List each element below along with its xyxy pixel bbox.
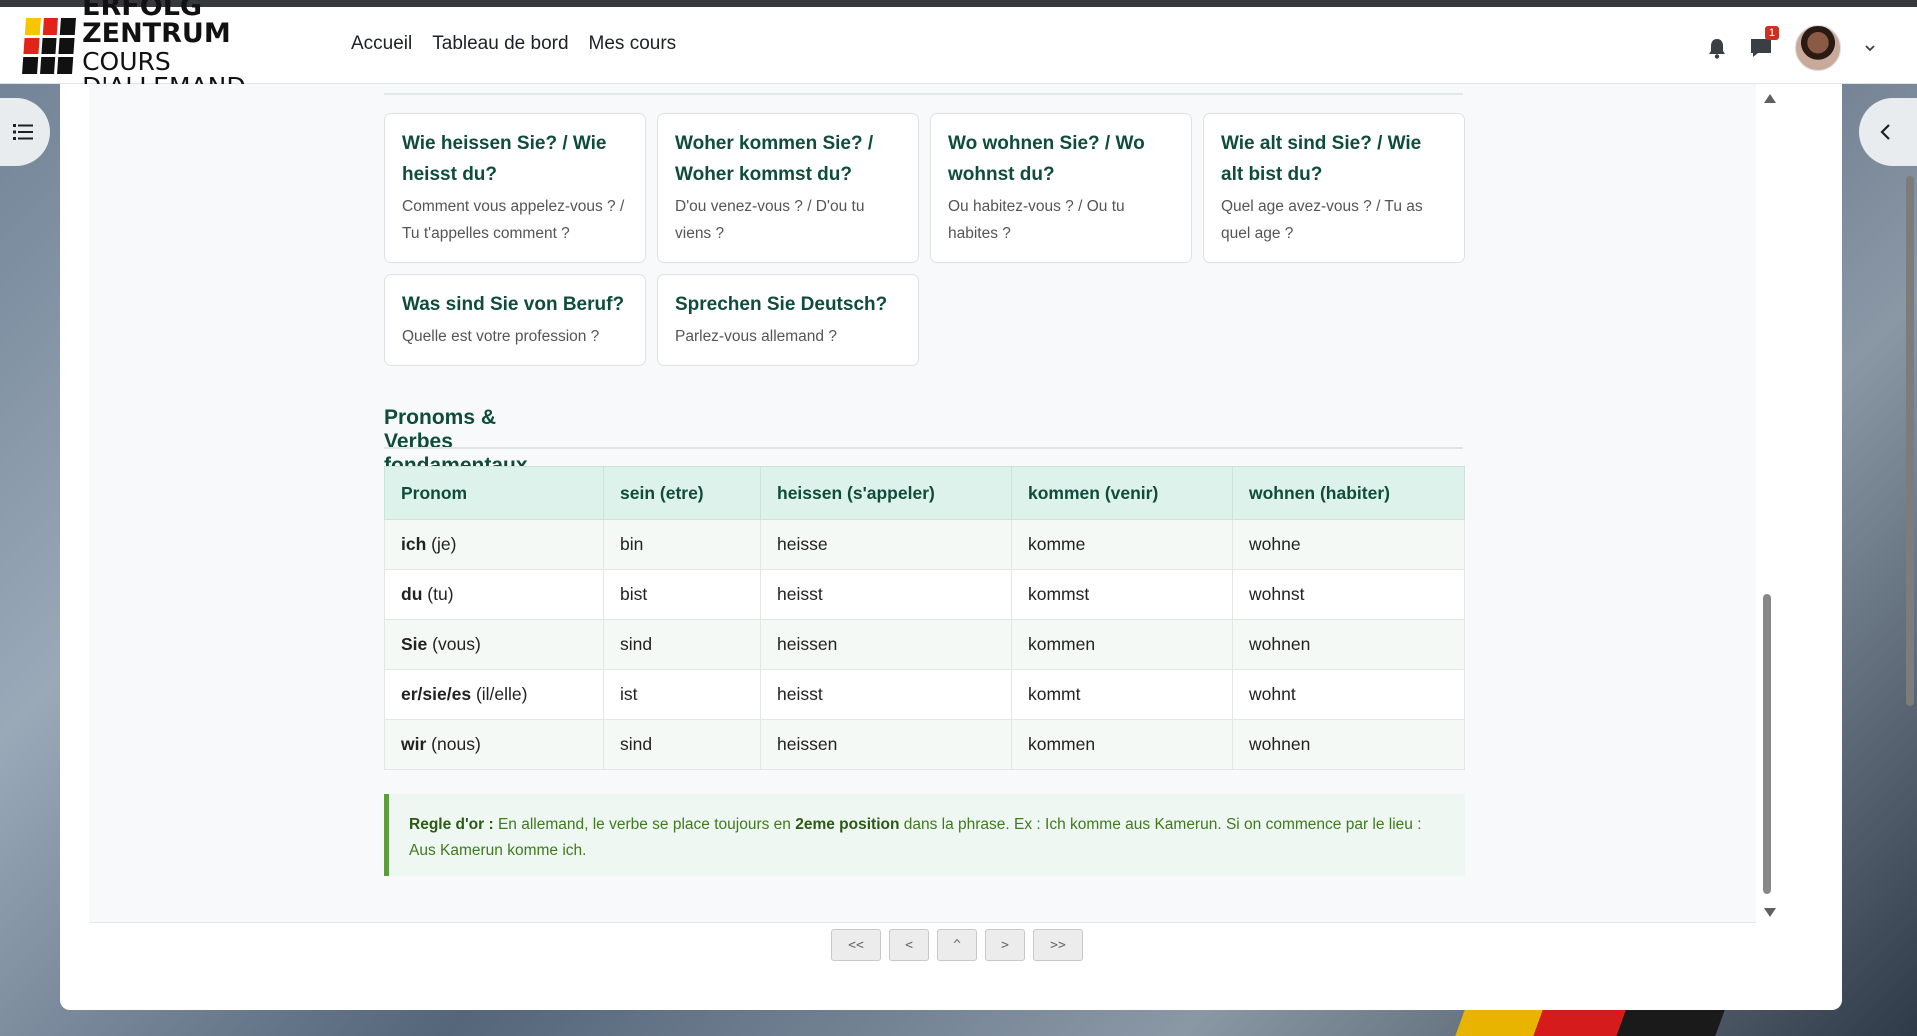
content-scrollbar-thumb[interactable] <box>1763 594 1771 894</box>
nav-link-tableau-de-bord[interactable]: Tableau de bord <box>432 33 568 55</box>
phrase-card: Wie alt sind Sie? / Wie alt bist du? Que… <box>1203 113 1465 263</box>
phrase-french: D'ou venez-vous ? / D'ou tu viens ? <box>675 198 865 242</box>
phrase-card: Wo wohnen Sie? / Wo wohnst du? Ou habite… <box>930 113 1192 263</box>
right-drawer-toggle[interactable] <box>1859 98 1917 166</box>
pronoun-cell: er/sie/es (il/elle) <box>384 669 604 720</box>
lesson-pager: << < ^ > >> <box>831 929 1083 961</box>
content-scroll-up-arrow[interactable] <box>1764 94 1776 103</box>
section-rule <box>384 447 1463 449</box>
previous-page-button[interactable]: < <box>889 929 929 961</box>
table-cell: kommt <box>1011 669 1233 720</box>
phrase-german: Woher kommen Sie? / Woher kommst du? <box>675 133 874 185</box>
column-header: wohnen (habiter) <box>1232 466 1465 520</box>
pronoun-french: (nous) <box>431 734 481 754</box>
phrase-german: Was sind Sie von Beruf? <box>402 294 625 315</box>
user-area: 1 <box>1707 25 1877 71</box>
pronoun-french: (il/elle) <box>475 684 528 704</box>
pronoun-cell: wir (nous) <box>384 719 604 770</box>
phrase-card: Sprechen Sie Deutsch? Parlez-vous allema… <box>657 274 919 366</box>
table-cell: sind <box>603 619 761 670</box>
list-icon <box>13 124 33 140</box>
phrase-card: Wie heissen Sie? / Wie heisst du? Commen… <box>384 113 646 263</box>
content-scroll-down-arrow[interactable] <box>1764 908 1776 917</box>
pronoun-cell: Sie (vous) <box>384 619 604 670</box>
logo-mark <box>22 18 77 74</box>
column-header: Pronom <box>384 466 604 520</box>
table-cell: kommen <box>1011 719 1233 770</box>
first-page-button[interactable]: << <box>831 929 881 961</box>
site-logo[interactable]: ERFOLG ZENTRUM COURS D'ALLEMAND <box>22 0 314 99</box>
chevron-down-icon[interactable] <box>1863 41 1877 55</box>
column-header: kommen (venir) <box>1011 466 1233 520</box>
primary-nav: Accueil Tableau de bord Mes cours <box>351 33 676 55</box>
table-cell: heissen <box>760 619 1012 670</box>
nav-link-accueil[interactable]: Accueil <box>351 33 412 55</box>
phrase-french: Comment vous appelez-vous ? / Tu t'appel… <box>402 198 625 242</box>
table-row: du (tu) bist heisst kommst wohnst <box>384 569 1465 620</box>
chevron-left-icon <box>1880 124 1890 140</box>
phrase-french: Parlez-vous allemand ? <box>675 328 837 345</box>
phrase-card: Was sind Sie von Beruf? Quelle est votre… <box>384 274 646 366</box>
table-cell: ist <box>603 669 761 720</box>
pronoun-german: du <box>401 584 423 604</box>
background-flag <box>1455 1010 1725 1036</box>
logo-line-1: ERFOLG ZENTRUM <box>82 0 231 49</box>
table-cell: wohnst <box>1232 569 1465 620</box>
phrase-french: Quel age avez-vous ? / Tu as quel age ? <box>1221 198 1423 242</box>
table-cell: heisst <box>760 569 1012 620</box>
messages-button[interactable]: 1 <box>1749 26 1779 60</box>
phrase-german: Sprechen Sie Deutsch? <box>675 294 888 315</box>
table-cell: wohnen <box>1232 619 1465 670</box>
table-cell: kommst <box>1011 569 1233 620</box>
table-cell: wohne <box>1232 519 1465 570</box>
phrase-german: Wie alt sind Sie? / Wie alt bist du? <box>1221 133 1422 185</box>
table-row: Sie (vous) sind heissen kommen wohnen <box>384 619 1465 670</box>
phrase-german: Wie heissen Sie? / Wie heisst du? <box>402 133 607 185</box>
pronoun-french: (vous) <box>432 634 481 654</box>
pronoun-german: Sie <box>401 634 428 654</box>
pronoun-french: (je) <box>431 534 457 554</box>
top-button[interactable]: ^ <box>937 929 977 961</box>
pronoun-german: er/sie/es <box>401 684 472 704</box>
table-cell: sind <box>603 719 761 770</box>
table-row: wir (nous) sind heissen kommen wohnen <box>384 719 1465 770</box>
table-cell: heissen <box>760 719 1012 770</box>
pronoun-german: ich <box>401 534 427 554</box>
golden-rule-callout: Regle d'or : En allemand, le verbe se pl… <box>384 794 1465 876</box>
top-navbar: ERFOLG ZENTRUM COURS D'ALLEMAND Accueil … <box>0 0 1917 99</box>
column-header: heissen (s'appeler) <box>760 466 1012 520</box>
rule-text-before: En allemand, le verbe se place toujours … <box>493 816 796 833</box>
verb-conjugation-table: Pronom sein (etre) heissen (s'appeler) k… <box>384 466 1465 770</box>
pronoun-french: (tu) <box>427 584 454 604</box>
table-cell: kommen <box>1011 619 1233 670</box>
rule-label: Regle d'or : <box>409 816 494 833</box>
phrase-german: Wo wohnen Sie? / Wo wohnst du? <box>948 133 1145 185</box>
bell-icon[interactable] <box>1707 37 1727 59</box>
table-cell: bin <box>603 519 761 570</box>
column-header: sein (etre) <box>603 466 761 520</box>
content-divider <box>384 93 1463 95</box>
pronoun-cell: du (tu) <box>384 569 604 620</box>
table-cell: heisse <box>760 519 1012 570</box>
last-page-button[interactable]: >> <box>1033 929 1083 961</box>
table-cell: komme <box>1011 519 1233 570</box>
table-cell: bist <box>603 569 761 620</box>
phrase-card: Woher kommen Sie? / Woher kommst du? D'o… <box>657 113 919 263</box>
table-row: ich (je) bin heisse komme wohne <box>384 519 1465 570</box>
table-cell: heisst <box>760 669 1012 720</box>
table-cell: wohnen <box>1232 719 1465 770</box>
next-page-button[interactable]: > <box>985 929 1025 961</box>
nav-link-mes-cours[interactable]: Mes cours <box>589 33 677 55</box>
course-index-toggle[interactable] <box>0 98 50 166</box>
table-row: er/sie/es (il/elle) ist heisst kommt woh… <box>384 669 1465 720</box>
window-scrollbar[interactable] <box>1906 176 1914 706</box>
pronoun-german: wir <box>401 734 427 754</box>
rule-emphasis: 2eme position <box>795 816 900 833</box>
pronoun-cell: ich (je) <box>384 519 604 570</box>
phrase-french: Ou habitez-vous ? / Ou tu habites ? <box>948 198 1125 242</box>
phrase-french: Quelle est votre profession ? <box>402 328 600 345</box>
avatar[interactable] <box>1795 25 1841 71</box>
table-cell: wohnt <box>1232 669 1465 720</box>
messages-badge: 1 <box>1764 26 1779 40</box>
